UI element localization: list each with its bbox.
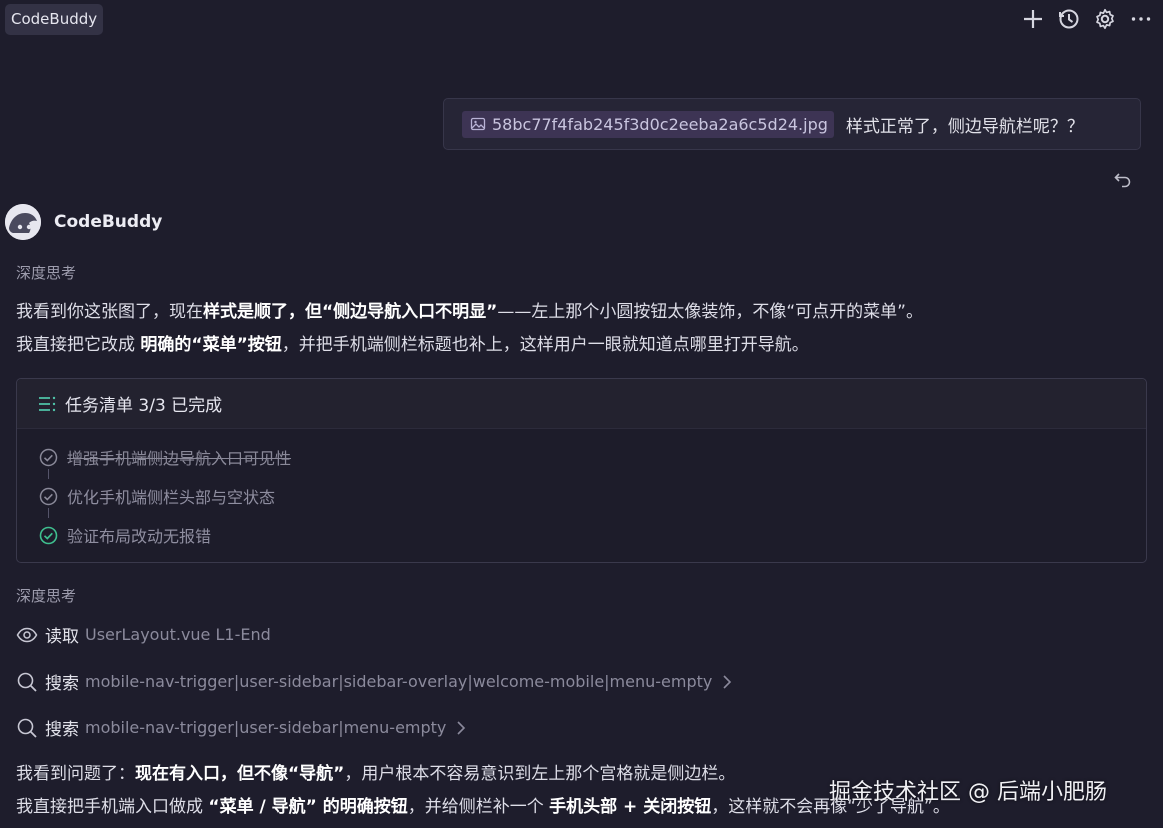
tool-arg: mobile-nav-trigger|user-sidebar|menu-emp… bbox=[85, 718, 447, 737]
eye-icon bbox=[16, 627, 38, 642]
assistant-name: CodeBuddy bbox=[54, 212, 163, 232]
check-circle-icon bbox=[39, 448, 58, 466]
text-span: 我看到你这张图了，现在 bbox=[16, 302, 203, 322]
text-span: 我直接把手机端入口做成 bbox=[16, 797, 209, 817]
gear-icon[interactable] bbox=[1093, 5, 1117, 33]
tool-arg: mobile-nav-trigger|user-sidebar|sidebar-… bbox=[85, 672, 713, 691]
paragraph-line: 我直接把它改成 明确的“菜单”按钮，并把手机端侧栏标题也补上，这样用户一眼就知道… bbox=[16, 329, 923, 362]
assistant-header: CodeBuddy bbox=[5, 204, 162, 240]
bold-text: 现在有入口，但不像“导航” bbox=[135, 764, 345, 784]
top-bar: CodeBuddy bbox=[0, 0, 1163, 40]
avatar bbox=[5, 204, 41, 240]
thinking-label[interactable]: 深度思考 bbox=[16, 585, 76, 606]
task-label: 验证布局改动无报错 bbox=[67, 527, 212, 546]
thinking-label[interactable]: 深度思考 bbox=[16, 262, 76, 283]
bold-text: 手机头部 + 关闭按钮 bbox=[549, 797, 712, 817]
text-span: ，用户根本不容易意识到左上那个宫格就是侧边栏。 bbox=[344, 764, 736, 784]
tool-verb: 搜索 bbox=[45, 674, 79, 694]
task-item: 增强手机端侧边导航入口可见性 bbox=[39, 445, 291, 469]
tool-call-search[interactable]: 搜索 mobile-nav-trigger|user-sidebar|sideb… bbox=[16, 669, 732, 694]
chevron-right-icon[interactable] bbox=[722, 674, 732, 690]
text-span: ——左上那个小圆按钮太像装饰，不像“可点开的菜单”。 bbox=[497, 302, 923, 322]
bold-text: 样式是顺了，但“侧边导航入口不明显” bbox=[203, 302, 498, 322]
text-span: ，并把手机端侧栏标题也补上，这样用户一眼就知道点哪里打开导航。 bbox=[281, 335, 809, 355]
paragraph-line: 我看到问题了：现在有入口，但不像“导航”，用户根本不容易意识到左上那个宫格就是侧… bbox=[16, 758, 950, 791]
tool-call-search[interactable]: 搜索 mobile-nav-trigger|user-sidebar|menu-… bbox=[16, 715, 466, 740]
watermark: 掘金技术社区 @ 后端小肥肠 bbox=[829, 780, 1107, 805]
check-circle-icon bbox=[39, 487, 58, 505]
check-circle-icon bbox=[39, 526, 58, 544]
tool-arg: UserLayout.vue L1-End bbox=[85, 625, 271, 644]
bold-text: 明确的“菜单”按钮 bbox=[140, 335, 282, 355]
text-span: ，并给侧栏补一个 bbox=[407, 797, 550, 817]
task-item: 优化手机端侧栏头部与空状态 bbox=[39, 484, 275, 508]
task-connector bbox=[48, 508, 49, 518]
task-list-header[interactable]: 任务清单 3/3 已完成 bbox=[17, 379, 1146, 429]
toolbar bbox=[1021, 5, 1153, 33]
undo-icon[interactable] bbox=[1113, 170, 1133, 194]
attachment-chip[interactable]: 58bc77f4fab245f3d0c2eeba2a6c5d24.jpg bbox=[462, 110, 834, 138]
paragraph-line: 我看到你这张图了，现在样式是顺了，但“侧边导航入口不明显”——左上那个小圆按钮太… bbox=[16, 296, 923, 329]
task-label: 优化手机端侧栏头部与空状态 bbox=[67, 488, 276, 507]
app-title[interactable]: CodeBuddy bbox=[5, 4, 104, 35]
chevron-right-icon[interactable] bbox=[456, 720, 466, 736]
tool-call-read[interactable]: 读取 UserLayout.vue L1-End bbox=[16, 622, 271, 647]
history-icon[interactable] bbox=[1057, 5, 1081, 33]
task-connector bbox=[48, 469, 49, 479]
tool-verb: 读取 bbox=[45, 627, 79, 647]
plus-icon[interactable] bbox=[1021, 5, 1045, 33]
bold-text: “菜单 / 导航” 的明确按钮 bbox=[208, 797, 408, 817]
text-span: 我看到问题了： bbox=[16, 764, 135, 784]
user-message-text: 样式正常了，侧边导航栏呢？？ bbox=[845, 116, 1084, 137]
task-list-title: 任务清单 3/3 已完成 bbox=[65, 396, 223, 416]
more-icon[interactable] bbox=[1129, 5, 1153, 33]
task-item: 验证布局改动无报错 bbox=[39, 523, 211, 547]
paragraph-line: 我直接把手机端入口做成 “菜单 / 导航” 的明确按钮，并给侧栏补一个 手机头部… bbox=[16, 791, 950, 824]
response-paragraph-1: 我看到你这张图了，现在样式是顺了，但“侧边导航入口不明显”——左上那个小圆按钮太… bbox=[16, 296, 923, 362]
text-span: 我直接把它改成 bbox=[16, 335, 141, 355]
tool-verb: 搜索 bbox=[45, 720, 79, 740]
search-icon bbox=[17, 672, 37, 692]
user-message: 58bc77f4fab245f3d0c2eeba2a6c5d24.jpg 样式正… bbox=[443, 98, 1141, 150]
response-paragraph-2: 我看到问题了：现在有入口，但不像“导航”，用户根本不容易意识到左上那个宫格就是侧… bbox=[16, 758, 950, 824]
task-label: 增强手机端侧边导航入口可见性 bbox=[67, 449, 292, 468]
search-icon bbox=[17, 718, 37, 738]
attachment-filename: 58bc77f4fab245f3d0c2eeba2a6c5d24.jpg bbox=[492, 114, 828, 134]
list-icon bbox=[39, 396, 56, 411]
task-list-card: 任务清单 3/3 已完成 增强手机端侧边导航入口可见性 优化手机端侧栏头部与空状… bbox=[16, 378, 1147, 563]
image-icon bbox=[470, 117, 486, 131]
